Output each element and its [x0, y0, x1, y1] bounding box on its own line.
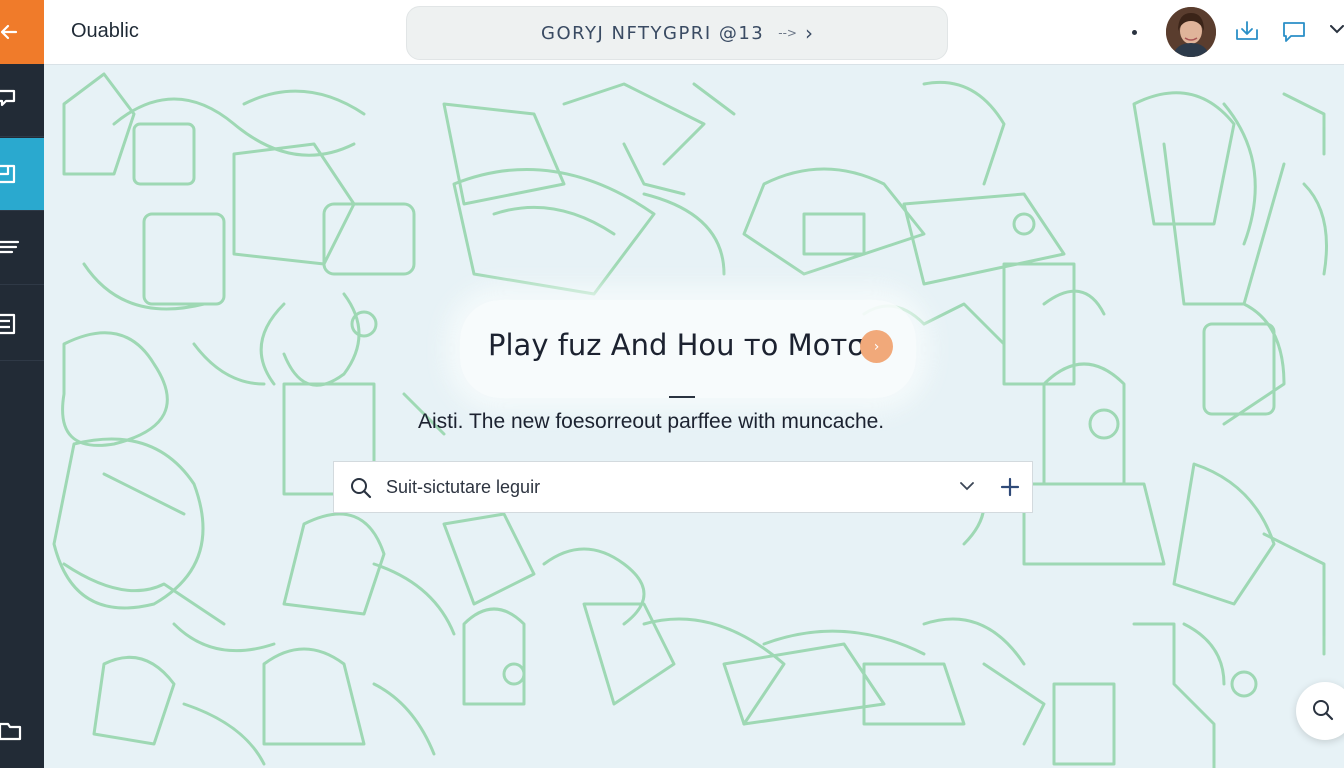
- avatar[interactable]: [1166, 7, 1216, 57]
- top-bar: Ouablic GORYJ NFTYGPRI @13 --> ›: [44, 0, 1344, 65]
- search-bar[interactable]: Suit-sictutare leguir: [333, 461, 1033, 513]
- sidebar-item-list[interactable]: [0, 288, 44, 361]
- chevron-down-icon[interactable]: [1330, 25, 1344, 35]
- left-sidebar: [0, 0, 44, 768]
- breadcrumb[interactable]: GORYJ NFTYGPRI @13 --> ›: [406, 6, 948, 60]
- dot-menu-icon[interactable]: [1132, 30, 1137, 35]
- hero-arrow-badge-icon[interactable]: ›: [860, 330, 893, 363]
- layout-icon: [0, 164, 16, 184]
- hero-title: Play fuz And Hou то Мотσ: [488, 328, 866, 362]
- add-icon[interactable]: [1000, 477, 1020, 497]
- sidebar-item-folder[interactable]: [0, 694, 44, 766]
- search-input[interactable]: Suit-sictutare leguir: [386, 477, 540, 498]
- app-title: Ouablic: [71, 20, 139, 42]
- search-icon: [351, 478, 372, 499]
- hero-subtitle: Aisti. The new foesorreout parffee with …: [418, 410, 885, 433]
- breadcrumb-chevron-icon[interactable]: ›: [805, 21, 813, 45]
- sidebar-item-layout[interactable]: [0, 138, 44, 211]
- back-arrow-icon: [0, 24, 18, 40]
- breadcrumb-arrow: -->: [778, 26, 797, 40]
- pin-icon: [0, 89, 16, 107]
- breadcrumb-text: GORYJ NFTYGPRI @13: [541, 22, 765, 44]
- sidebar-item-layers[interactable]: [0, 212, 44, 285]
- search-dropdown-chevron-icon[interactable]: [960, 482, 974, 491]
- download-icon[interactable]: [1236, 20, 1258, 42]
- hero-divider: [669, 396, 695, 398]
- sidebar-back-button[interactable]: [0, 0, 44, 64]
- layers-icon: [0, 240, 20, 254]
- search-icon: [1313, 700, 1334, 721]
- folder-icon: [0, 722, 22, 741]
- sidebar-item-pin[interactable]: [0, 64, 44, 137]
- list-icon: [0, 313, 16, 335]
- chat-icon[interactable]: [1282, 20, 1306, 44]
